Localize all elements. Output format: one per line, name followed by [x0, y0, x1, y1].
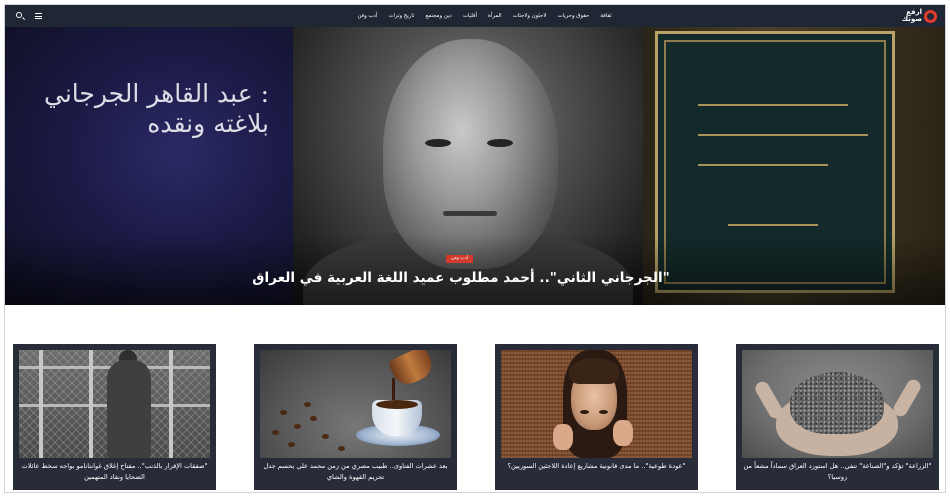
hero-headline[interactable]: "الجرجاني الثاني".. أحمد مطلوب عميد اللغ…	[5, 270, 917, 286]
site-logo[interactable]: ارفع صوتك	[902, 9, 937, 23]
menu-icon[interactable]	[34, 11, 44, 21]
card-title[interactable]: "صفقات الإقرار بالذنب".. مفتاح إغلاق غوا…	[19, 461, 210, 483]
card-image-guantanamo	[19, 350, 210, 458]
article-card[interactable]: "عودة طوعية".. ما مدى قانونية مشاريع إعا…	[495, 344, 698, 490]
featured-article[interactable]: : عبد القاهر الجرجاني بلاغته ونقده أدب و…	[5, 27, 945, 305]
search-icon[interactable]	[15, 11, 25, 21]
nav-link-history[interactable]: تاريخ وتراث	[388, 13, 414, 19]
hero-image-text: : عبد القاهر الجرجاني بلاغته ونقده	[43, 79, 269, 138]
card-image-refugee-child	[501, 350, 692, 458]
card-title[interactable]: بعد عشرات الفتاوى.. طبيب مصري من زمن محم…	[260, 461, 451, 483]
nav-tools	[15, 11, 44, 21]
nav-link-literature-art[interactable]: أدب وفن	[357, 13, 377, 19]
logo-mark-icon	[924, 9, 937, 23]
logo-text: ارفع صوتك	[902, 9, 922, 23]
article-card[interactable]: "الزراعة" تؤكد و"الصناعة" تنفي.. هل استو…	[736, 344, 939, 490]
top-navbar: ارفع صوتك ثقافة حقوق وحريات لاجئون ولاجئ…	[5, 5, 945, 27]
nav-link-rights[interactable]: حقوق وحريات	[557, 13, 589, 19]
card-title[interactable]: "عودة طوعية".. ما مدى قانونية مشاريع إعا…	[501, 461, 692, 472]
browser-viewport: ارفع صوتك ثقافة حقوق وحريات لاجئون ولاجئ…	[4, 4, 946, 493]
article-cards: "صفقات الإقرار بالذنب".. مفتاح إغلاق غوا…	[5, 344, 945, 490]
article-card[interactable]: بعد عشرات الفتاوى.. طبيب مصري من زمن محم…	[254, 344, 457, 490]
nav-link-minorities[interactable]: أقليات	[463, 13, 477, 19]
card-image-coffee	[260, 350, 451, 458]
nav-links: ثقافة حقوق وحريات لاجئون ولاجئات المرأة …	[357, 13, 611, 19]
nav-link-religion[interactable]: دين ومجتمع	[426, 13, 452, 19]
card-title[interactable]: "الزراعة" تؤكد و"الصناعة" تنفي.. هل استو…	[742, 461, 933, 483]
article-card[interactable]: "صفقات الإقرار بالذنب".. مفتاح إغلاق غوا…	[13, 344, 216, 490]
card-image-fertilizer	[742, 350, 933, 458]
logo-line-2: صوتك	[901, 15, 922, 23]
nav-link-refugees[interactable]: لاجئون ولاجئات	[513, 13, 547, 19]
nav-link-culture[interactable]: ثقافة	[600, 13, 611, 19]
nav-link-women[interactable]: المرأة	[488, 13, 502, 19]
category-badge[interactable]: أدب وفن	[446, 255, 474, 263]
